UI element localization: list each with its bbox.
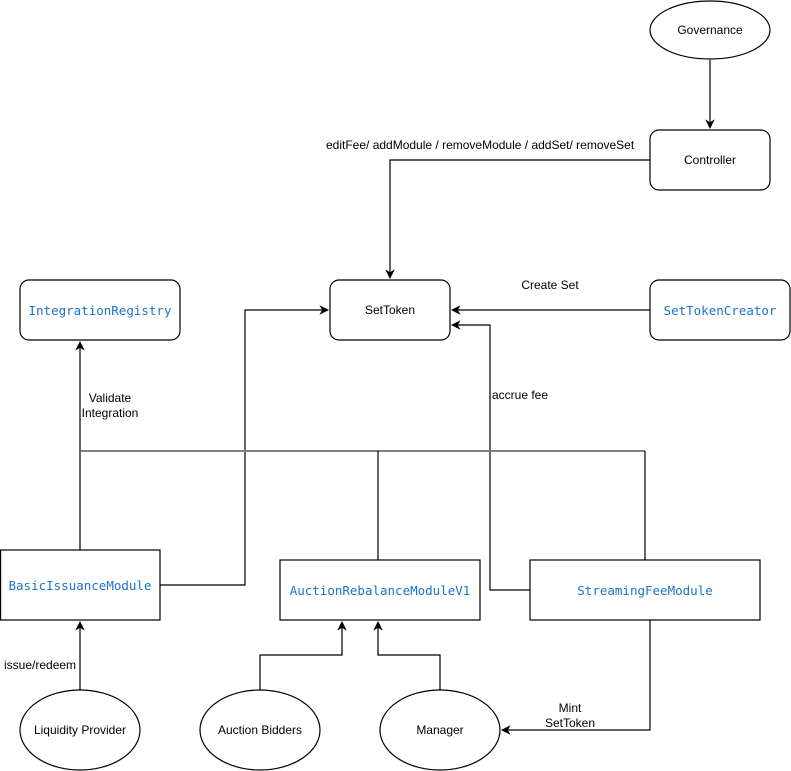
edge-basicissuance-settoken <box>160 305 329 586</box>
node-governance[interactable]: Governance <box>649 0 771 60</box>
architecture-diagram: Governance Controller SetToken Integrati… <box>0 0 791 771</box>
edge-label-controller-actions: editFee/ addModule / removeModule / addS… <box>326 138 635 152</box>
node-controller[interactable]: Controller <box>649 129 771 191</box>
edge-label-mint-line1: Mint <box>559 701 582 715</box>
edge-label-mint-line2: SetToken <box>545 716 595 730</box>
liquidityprovider-label: Liquidity Provider <box>34 723 126 737</box>
node-settoken[interactable]: SetToken <box>329 279 451 341</box>
node-settokencreator[interactable]: SetTokenCreator <box>649 279 791 341</box>
edge-controller-settoken <box>385 159 650 279</box>
settoken-label: SetToken <box>365 303 415 317</box>
node-auctionrebalancemodule[interactable]: AuctionRebalanceModuleV1 <box>279 559 481 621</box>
edge-label-create-set: Create Set <box>521 278 579 292</box>
edge-label-issue-redeem: issue/redeem <box>4 658 76 672</box>
edge-label-validate-line1: Validate <box>89 391 132 405</box>
basicissuancemodule-label: BasicIssuanceModule <box>9 578 152 593</box>
edge-manager-auctionrebalance <box>373 621 441 690</box>
edge-auctionbidders-auctionrebalance <box>259 621 347 690</box>
auctionbidders-label: Auction Bidders <box>218 723 302 737</box>
streamingfeemodule-label: StreamingFeeModule <box>577 583 712 598</box>
settokencreator-label: SetTokenCreator <box>664 303 777 318</box>
auctionrebalancemodule-label: AuctionRebalanceModuleV1 <box>290 583 471 598</box>
node-liquidityprovider[interactable]: Liquidity Provider <box>19 689 141 771</box>
integrationregistry-label: IntegrationRegistry <box>29 303 172 318</box>
edge-streamingfee-settoken <box>451 320 530 591</box>
manager-label: Manager <box>416 723 463 737</box>
edge-label-accrue-fee: accrue fee <box>492 388 548 402</box>
node-streamingfeemodule[interactable]: StreamingFeeModule <box>529 559 761 621</box>
node-auctionbidders[interactable]: Auction Bidders <box>199 689 321 771</box>
edge-label-validate-line2: Integration <box>82 406 139 420</box>
governance-label: Governance <box>677 23 743 37</box>
node-integrationregistry[interactable]: IntegrationRegistry <box>19 279 181 341</box>
node-basicissuancemodule[interactable]: BasicIssuanceModule <box>0 549 161 621</box>
node-manager[interactable]: Manager <box>379 689 501 771</box>
controller-label: Controller <box>684 153 736 167</box>
